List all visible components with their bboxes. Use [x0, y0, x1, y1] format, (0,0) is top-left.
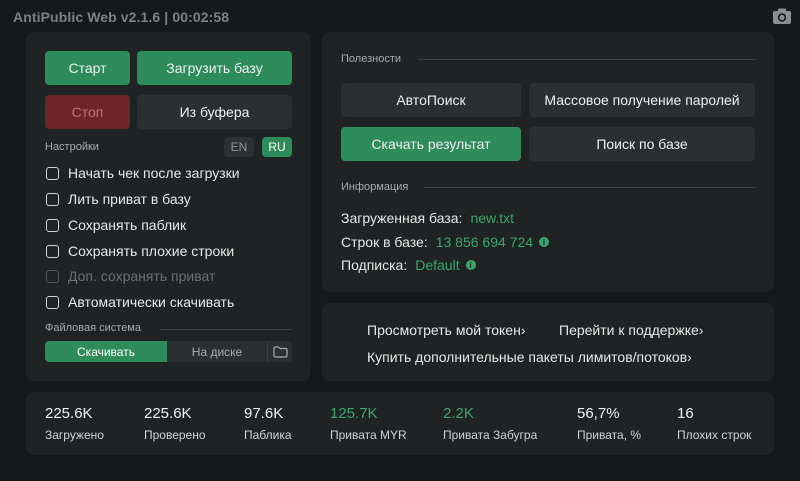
info-value: 13 856 694 724 — [435, 234, 534, 250]
buy-packages-link[interactable]: Купить дополнительные пакеты лимитов/пот… — [367, 349, 692, 365]
stat-value: 225.6K — [144, 405, 192, 422]
stat-private-myr: 125.7K Привата MYR — [330, 405, 407, 442]
info-key: Загруженная база: — [341, 210, 463, 226]
mass-passwords-button[interactable]: Массовое получение паролей — [529, 83, 755, 117]
checkbox-label: Начать чек после загрузки — [68, 165, 240, 181]
stat-value: 125.7K — [330, 405, 378, 422]
lang-en-button[interactable]: EN — [224, 137, 254, 157]
stat-loaded: 225.6K Загружено — [45, 405, 104, 442]
download-result-button[interactable]: Скачать результат — [341, 127, 521, 161]
checkbox-box[interactable] — [46, 295, 59, 309]
checkbox-label: Сохранять паблик — [68, 217, 187, 233]
link-text: Просмотреть мой токен — [367, 322, 521, 338]
stat-label: Паблика — [244, 428, 292, 442]
stat-label: Плохих строк — [677, 428, 752, 442]
load-base-button[interactable]: Загрузить базу — [137, 51, 292, 85]
from-buffer-button[interactable]: Из буфера — [137, 95, 292, 129]
checkbox-box[interactable] — [46, 244, 59, 258]
search-base-button[interactable]: Поиск по базе — [529, 127, 755, 161]
stat-value: 225.6K — [45, 405, 93, 422]
checkbox-pour-private-to-base[interactable]: Лить приват в базу — [46, 189, 191, 209]
app-title: AntiPublic Web v2.1.6 | 00:02:58 — [13, 9, 230, 25]
stat-label: Привата MYR — [330, 428, 407, 442]
lang-ru-button[interactable]: RU — [262, 137, 292, 157]
checkbox-auto-download[interactable]: Автоматически скачивать — [46, 292, 234, 312]
checkbox-label: Доп. сохранять приват — [68, 268, 216, 284]
checkbox-start-check-after-load[interactable]: Начать чек после загрузки — [46, 163, 240, 183]
checkbox-box[interactable] — [46, 166, 59, 180]
stat-checked: 225.6K Проверено — [144, 405, 206, 442]
divider — [418, 59, 755, 60]
checkbox-box[interactable] — [46, 192, 59, 206]
info-label: Информация — [341, 181, 409, 193]
stat-bad-lines: 16 Плохих строк — [677, 405, 751, 442]
stat-label: Проверено — [144, 428, 206, 442]
start-button[interactable]: Старт — [45, 51, 130, 85]
checkbox-save-public[interactable]: Сохранять паблик — [46, 215, 186, 235]
settings-label: Настройки — [45, 141, 99, 153]
folder-icon[interactable] — [267, 341, 292, 362]
fs-option-on-disk[interactable]: На диске — [167, 341, 267, 362]
stat-value: 97.6K — [244, 405, 284, 422]
link-text: Купить дополнительные пакеты лимитов/пот… — [367, 349, 688, 365]
divider — [424, 187, 755, 188]
info-value: new.txt — [470, 210, 515, 226]
info-key: Строк в базе: — [341, 234, 428, 250]
checkbox-box[interactable] — [46, 218, 59, 232]
info-key: Подписка: — [341, 257, 408, 273]
utilities-label: Полезности — [341, 53, 401, 65]
utilities-panel — [322, 32, 774, 292]
view-token-link[interactable]: Просмотреть мой токен› — [367, 322, 526, 338]
chevron-right-icon: › — [687, 349, 692, 365]
file-system-toggle: Скачивать На диске — [45, 341, 292, 362]
chevron-right-icon: › — [698, 322, 704, 338]
camera-icon[interactable] — [772, 7, 792, 25]
info-icon[interactable]: i — [539, 237, 550, 247]
stat-private-abroad: 2.2K Привата Забугра — [443, 405, 537, 442]
stat-label: Загружено — [45, 428, 104, 442]
autosearch-button[interactable]: АвтоПоиск — [341, 83, 521, 117]
checkbox-extra-save-private: Доп. сохранять приват — [46, 266, 215, 286]
stop-button[interactable]: Стоп — [45, 95, 130, 129]
info-icon[interactable]: i — [465, 260, 476, 270]
stat-value: 2.2K — [443, 405, 474, 422]
stat-private-percent: 56,7% Привата, % — [577, 405, 641, 442]
chevron-right-icon: › — [520, 322, 526, 338]
divider — [160, 329, 292, 330]
info-loaded-base: Загруженная база: new.txt — [341, 210, 514, 226]
checkbox-save-bad-lines[interactable]: Сохранять плохие строки — [46, 241, 234, 261]
links-panel — [322, 303, 774, 381]
link-text: Перейти к поддержке — [559, 322, 699, 338]
title-bar: AntiPublic Web v2.1.6 | 00:02:58 — [0, 0, 800, 34]
fs-option-download[interactable]: Скачивать — [45, 341, 167, 362]
checkbox-label: Сохранять плохие строки — [68, 243, 235, 259]
info-value: Default — [415, 257, 460, 273]
stat-public: 97.6K Паблика — [244, 405, 292, 442]
file-system-label: Файловая система — [45, 322, 141, 334]
stat-value: 16 — [677, 405, 694, 422]
checkbox-box — [46, 269, 59, 283]
checkbox-label: Автоматически скачивать — [68, 294, 235, 310]
support-link[interactable]: Перейти к поддержке› — [559, 322, 703, 338]
stat-label: Привата Забугра — [443, 428, 538, 442]
checkbox-label: Лить приват в базу — [68, 191, 191, 207]
info-lines-in-base: Строк в базе: 13 856 694 724 i — [341, 234, 550, 250]
stat-value: 56,7% — [577, 405, 620, 422]
stat-label: Привата, % — [577, 428, 642, 442]
info-subscription: Подписка: Default i — [341, 257, 476, 273]
